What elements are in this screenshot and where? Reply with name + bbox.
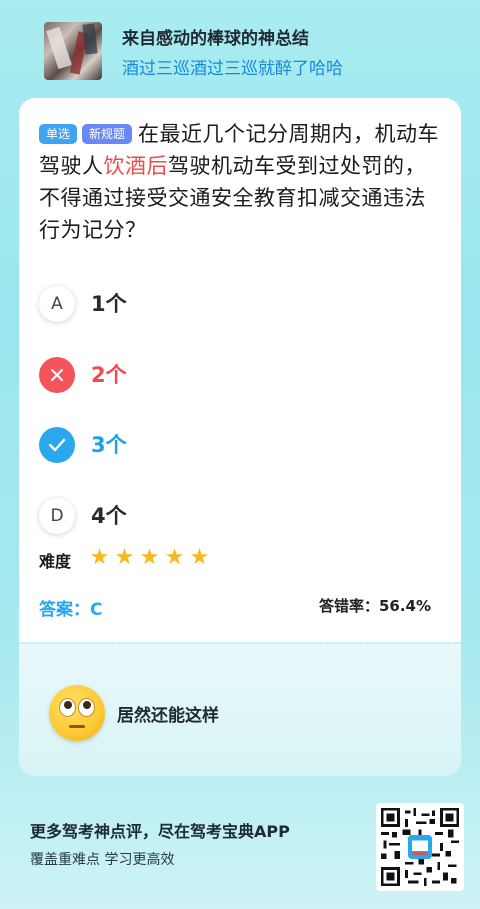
post-header: 来自感动的棒球的神总结 酒过三巡酒过三巡就醉了哈哈 [44, 22, 464, 82]
question-card: 单选 新规题 在最近几个记分周期内，机动车驾驶人饮酒后驾驶机动车受到过处罚的，不得通… [19, 98, 461, 776]
option-a[interactable]: A 1个 [39, 286, 239, 322]
question-text: 单选 新规题 在最近几个记分周期内，机动车驾驶人饮酒后驾驶机动车受到过处罚的，不得通… [39, 118, 447, 246]
tag-new-rule: 新规题 [82, 124, 133, 144]
qr-code-icon[interactable] [376, 803, 464, 891]
eye-roll-emoji-icon [49, 685, 105, 741]
author-title: 来自感动的棒球的神总结 [122, 29, 309, 49]
comment-text: 居然还能这样 [117, 706, 219, 726]
promo-subline: 覆盖重难点 学习更高效 [30, 852, 175, 868]
difficulty-label: 难度 [39, 552, 72, 571]
option-text-d: 4个 [91, 504, 127, 528]
option-text-a: 1个 [91, 292, 127, 316]
option-b[interactable]: 2个 [39, 357, 239, 393]
error-rate: 答错率：56.4% [318, 597, 431, 615]
option-c[interactable]: 3个 [39, 427, 239, 463]
avatar[interactable] [44, 22, 102, 80]
star-icon: ★ [164, 545, 185, 570]
answer-label: 答案：C [39, 600, 103, 620]
star-icon: ★ [189, 545, 210, 570]
star-icon: ★ [139, 545, 160, 570]
question-highlight: 饮酒后 [103, 154, 168, 178]
option-d[interactable]: D 4个 [39, 498, 239, 534]
wrong-icon [39, 357, 75, 393]
option-marker-a: A [39, 286, 75, 322]
option-text-b: 2个 [91, 363, 127, 387]
difficulty-stars: ★ ★ ★ ★ ★ [87, 545, 212, 570]
promo-headline: 更多驾考神点评，尽在驾考宝典APP [30, 822, 290, 841]
tag-single-choice: 单选 [39, 124, 78, 144]
option-marker-d: D [39, 498, 75, 534]
star-icon: ★ [114, 545, 135, 570]
option-text-c: 3个 [91, 433, 127, 457]
check-icon [39, 427, 75, 463]
summary-subtitle: 酒过三巡酒过三巡就醉了哈哈 [122, 59, 343, 79]
star-icon: ★ [89, 545, 110, 570]
